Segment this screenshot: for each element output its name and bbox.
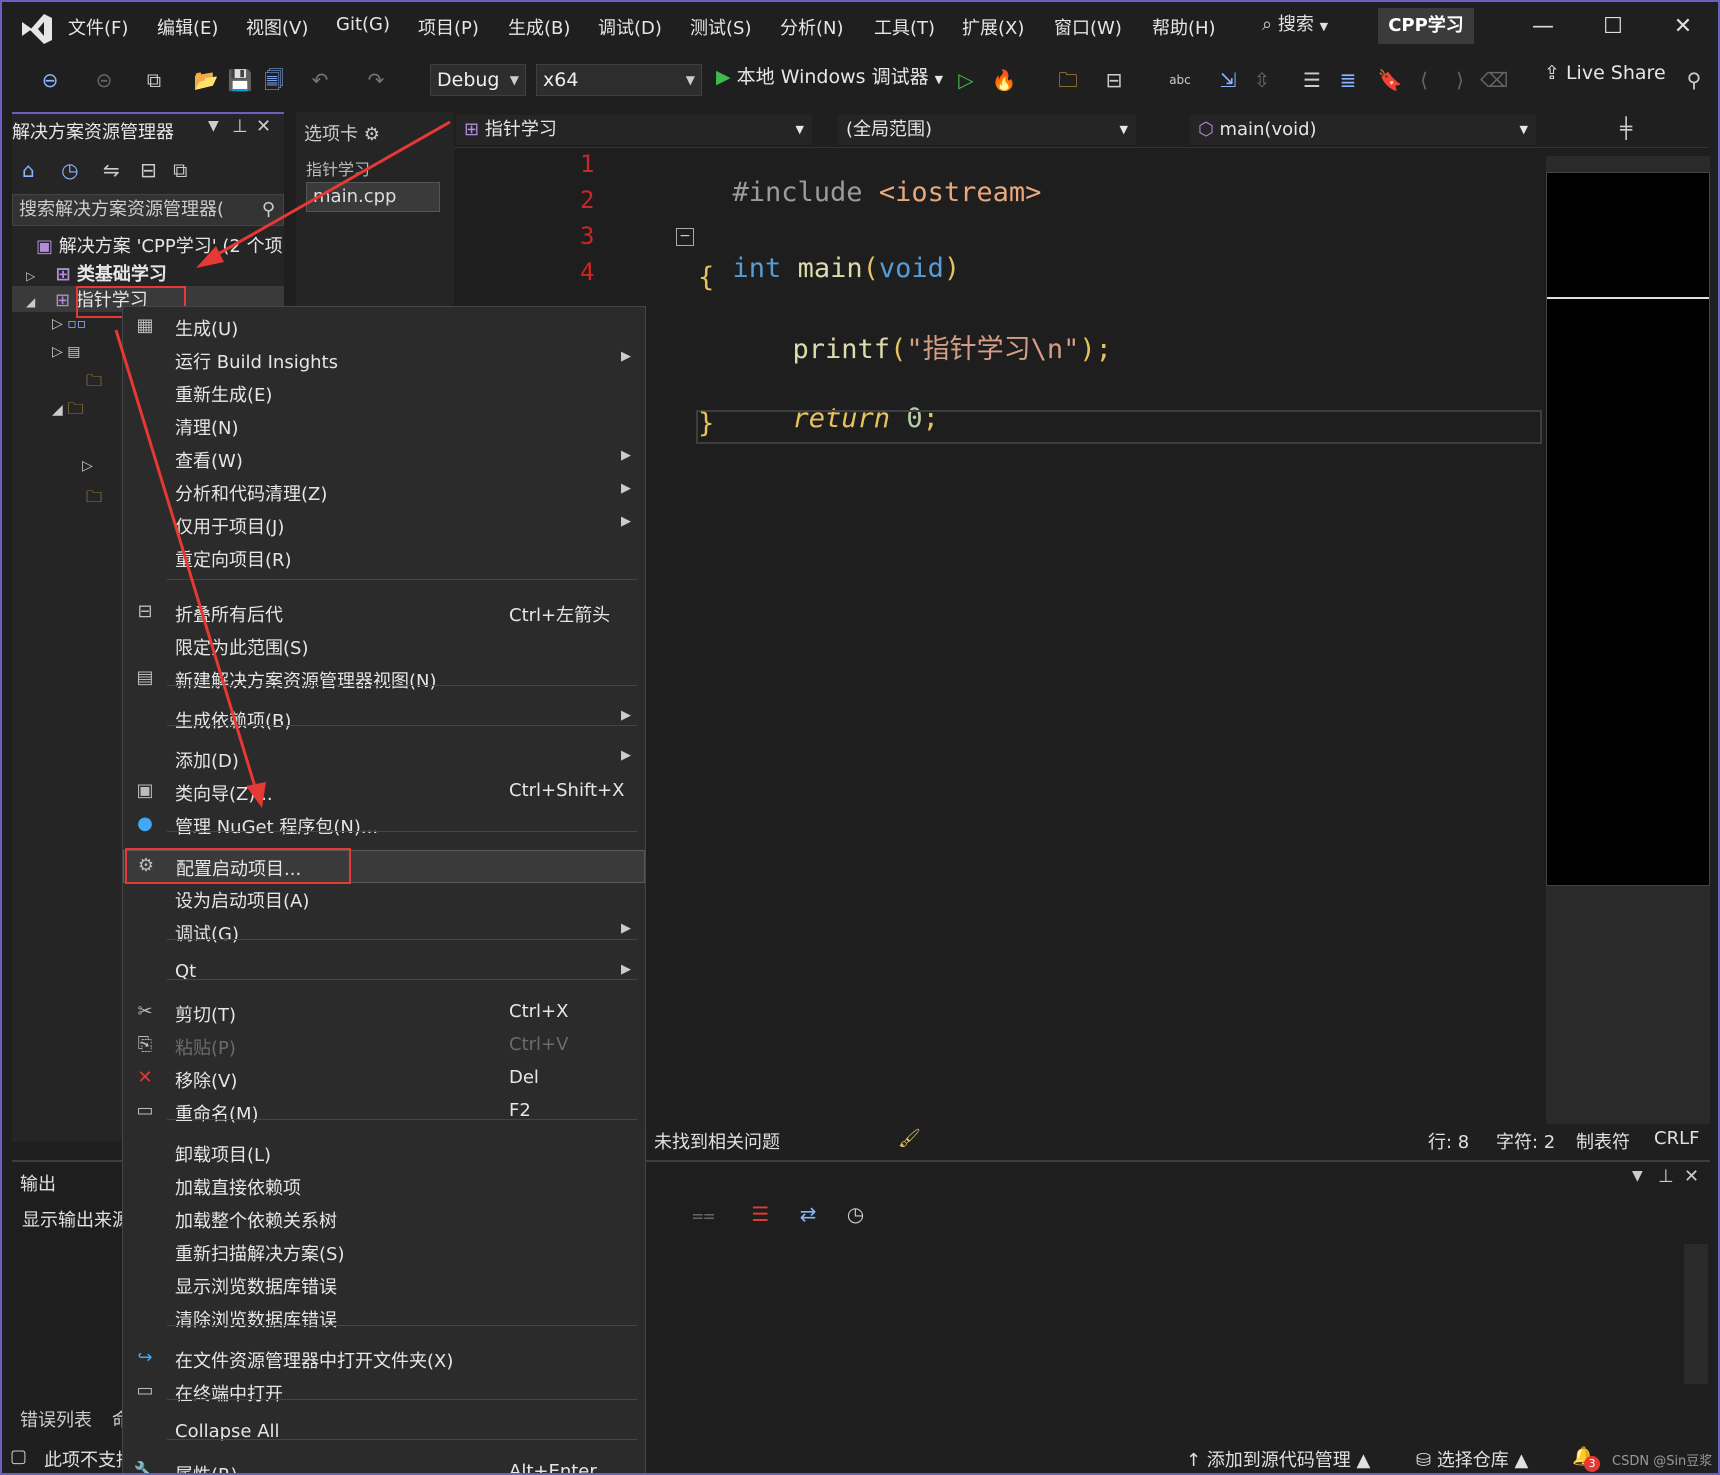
annotation-arrows: [114, 120, 451, 808]
